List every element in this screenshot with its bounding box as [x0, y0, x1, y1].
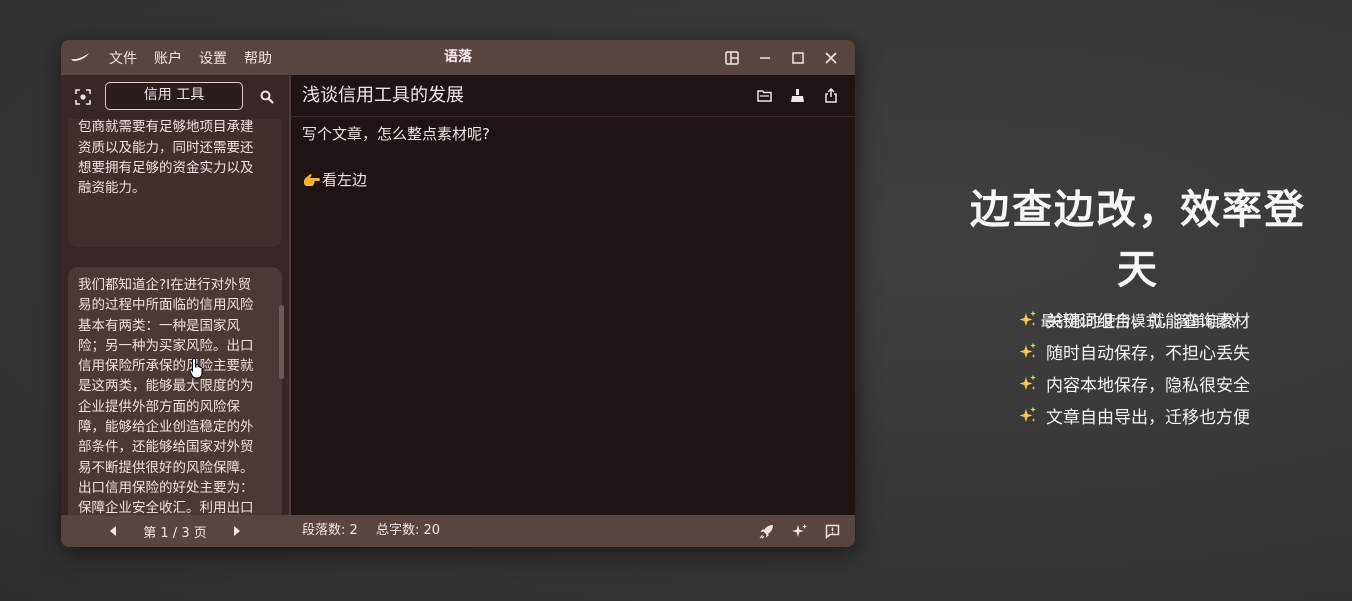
menu-account[interactable]: 账户 [154, 48, 182, 68]
feature-item: 随时自动保存，不担心丢失 [1018, 335, 1298, 367]
next-page-button[interactable] [223, 515, 251, 547]
menu-help[interactable]: 帮助 [244, 48, 272, 68]
minimize-button[interactable] [748, 40, 781, 75]
feature-text: 文章自由导出，迁移也方便 [1046, 407, 1250, 428]
pager: 第 1 / 3 页 [61, 515, 289, 547]
feature-item: 关键词组合，就能查询素材 [1018, 303, 1298, 335]
triangle-left-icon [110, 526, 117, 536]
document-title[interactable]: 浅谈信用工具的发展 [302, 75, 464, 116]
sparkles-icon [1019, 342, 1036, 358]
status-actions [750, 515, 849, 547]
search-icon[interactable] [259, 89, 275, 105]
sparkles-icon [1019, 310, 1036, 326]
material-card[interactable]: 想要参与到国际竞争中去，承 包商就需要有足够地项目承建 资质以及能力，同时还需要… [68, 119, 282, 247]
layout-toggle-button[interactable] [715, 40, 748, 75]
sidebar-scrollbar[interactable] [279, 305, 284, 379]
document-actions [748, 75, 847, 116]
material-sidebar: 信用 工具 想要参与到国际竞争中去，承 包商就需要有足够地项目承建 资质以及能力… [61, 75, 289, 515]
material-card[interactable]: 我们都知道企?I在进行对外贸 易的过程中所面临的信用风险 基本有两类：一种是国家… [68, 267, 282, 515]
clean-button[interactable] [781, 75, 814, 116]
feedback-button[interactable] [816, 515, 849, 547]
minimize-icon [759, 56, 770, 59]
share-icon [824, 88, 837, 103]
menu-bar: 文件 账户 设置 帮助 [109, 40, 289, 75]
comment-icon [825, 524, 840, 539]
close-button[interactable] [814, 40, 847, 75]
window-controls [715, 40, 847, 75]
export-button[interactable] [814, 75, 847, 116]
paragraph-count: 段落数: 2 [302, 523, 358, 538]
layout-icon [724, 50, 739, 65]
feature-item: 内容本地保存，隐私很安全 [1018, 367, 1298, 399]
document-stats: 段落数: 2 总字数: 20 [302, 515, 454, 547]
document-paragraph-text: 看左边 [322, 171, 368, 189]
broom-icon [791, 89, 804, 102]
feature-item: 文章自由导出，迁移也方便 [1018, 399, 1298, 431]
document-paragraph-2[interactable]: 看左边 [302, 169, 843, 192]
status-bar: 第 1 / 3 页 段落数: 2 总字数: 20 [61, 515, 855, 547]
promo-title: 边查边改，效率登天 [970, 187, 1306, 293]
document-paragraph[interactable]: 写个文章，怎么整点素材呢? [302, 123, 843, 146]
document-editor[interactable]: 写个文章，怎么整点素材呢? 看左边 [302, 123, 843, 215]
pointing-hand-icon [304, 173, 320, 186]
feature-text: 随时自动保存，不担心丢失 [1046, 343, 1250, 364]
sparkle-icon [791, 524, 807, 537]
folder-icon [757, 90, 772, 102]
feature-text: 关键词组合，就能查询素材 [1046, 311, 1250, 332]
open-folder-button[interactable] [748, 75, 781, 116]
maximize-button[interactable] [781, 40, 814, 75]
document-header: 浅谈信用工具的发展 [291, 75, 855, 117]
material-card-list[interactable]: 想要参与到国际竞争中去，承 包商就需要有足够地项目承建 资质以及能力，同时还需要… [61, 119, 289, 515]
app-window: 文件 账户 设置 帮助 语落 信用 工具 包商就需要有足够地项目承建 资质以及能… [61, 40, 855, 547]
sparkles-icon [1019, 406, 1036, 422]
maximize-icon [791, 51, 804, 64]
menu-file[interactable]: 文件 [109, 48, 137, 68]
scan-icon[interactable] [75, 89, 91, 105]
app-logo-icon [71, 53, 89, 61]
rocket-icon [759, 524, 773, 538]
launch-button[interactable] [750, 515, 783, 547]
menu-settings[interactable]: 设置 [199, 48, 227, 68]
feature-list: 关键词组合，就能查询素材 随时自动保存，不担心丢失 内容本地保存，隐私很安全 文… [1018, 303, 1298, 431]
char-count: 总字数: 20 [375, 523, 440, 538]
feature-text: 内容本地保存，隐私很安全 [1046, 375, 1250, 396]
triangle-right-icon [233, 526, 240, 536]
search-row: 信用 工具 [61, 75, 289, 119]
sparkles-icon [1019, 374, 1036, 390]
close-icon [824, 51, 837, 64]
title-bar: 文件 账户 设置 帮助 语落 [61, 40, 855, 75]
ai-assist-button[interactable] [783, 515, 816, 547]
page-indicator: 第 1 / 3 页 [143, 525, 207, 541]
hand-cursor-icon [189, 357, 203, 379]
editor-panel: 浅谈信用工具的发展 写个文章，怎么整点素材呢? 看左边 [291, 75, 855, 515]
search-input[interactable]: 信用 工具 [105, 82, 243, 110]
prev-page-button[interactable] [99, 515, 127, 547]
